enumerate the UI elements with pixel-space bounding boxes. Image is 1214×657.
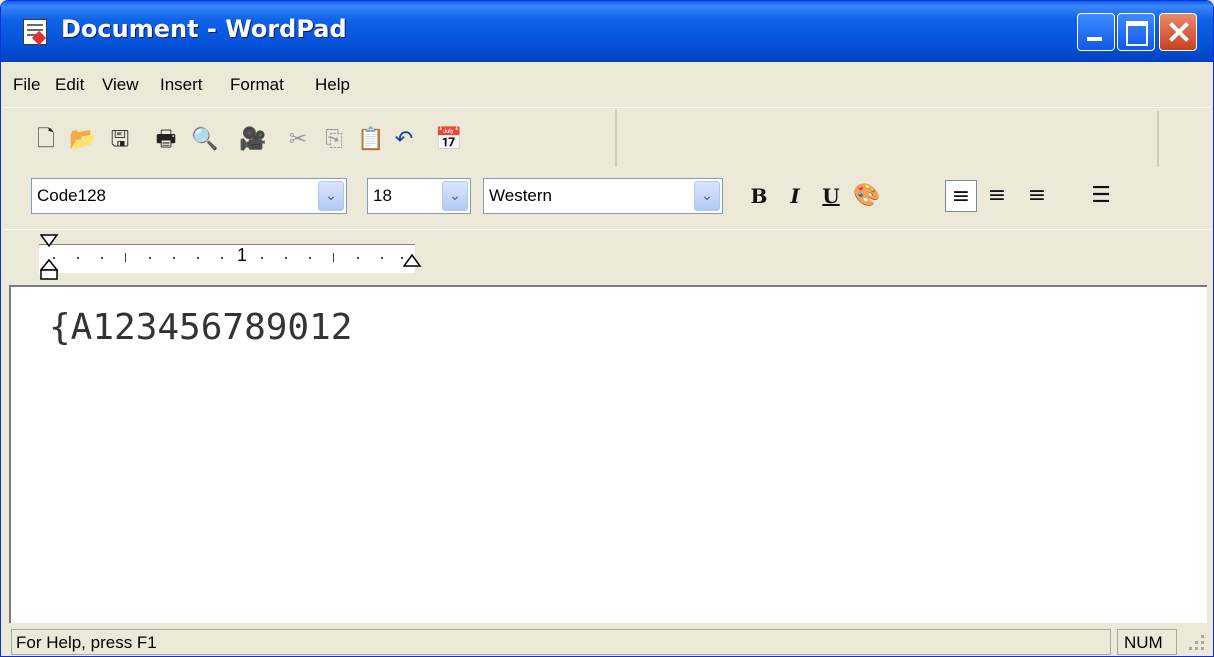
find-icon[interactable]: 🎥 [239, 127, 266, 153]
date-time-icon[interactable]: 📅 [435, 127, 462, 153]
font-size-combo[interactable]: 18 ⌄ [367, 178, 471, 214]
document-text[interactable]: {A123456789012 [49, 307, 352, 348]
maximize-button[interactable] [1117, 13, 1155, 51]
cut-icon[interactable]: ✂ [285, 127, 311, 153]
left-indent-marker[interactable] [40, 234, 60, 284]
undo-icon[interactable]: ↶ [391, 127, 417, 153]
status-help-text: For Help, press F1 [11, 629, 1111, 655]
script-value: Western [489, 186, 552, 205]
format-bar: Code128 ⌄ 18 ⌄ Western ⌄ B I U 🎨 ≡ ≡ ≡ ☰ [5, 169, 1157, 227]
align-center-icon[interactable]: ≡ [981, 180, 1013, 212]
toolbar-separator [1157, 111, 1159, 167]
title-bar[interactable]: Document - WordPad [1, 1, 1213, 62]
chevron-down-icon[interactable]: ⌄ [694, 181, 720, 211]
close-button[interactable] [1159, 13, 1197, 51]
minimize-button[interactable] [1077, 13, 1115, 51]
menu-edit[interactable]: Edit [55, 75, 84, 95]
font-name-combo[interactable]: Code128 ⌄ [31, 178, 347, 214]
menu-help[interactable]: Help [315, 75, 350, 95]
ruler[interactable]: 1 [39, 244, 415, 273]
wordpad-window: Document - WordPad File Edit View Insert… [0, 0, 1214, 657]
ruler-label: 1 [237, 245, 248, 265]
bold-button[interactable]: B [743, 180, 775, 212]
chevron-down-icon[interactable]: ⌄ [318, 181, 344, 211]
paste-icon[interactable]: 📋 [357, 127, 384, 153]
ruler-bar: 1 [5, 229, 1210, 286]
menu-file[interactable]: File [13, 75, 40, 95]
document-editor[interactable]: {A123456789012 [9, 285, 1207, 623]
menu-format[interactable]: Format [230, 75, 284, 95]
bullets-icon[interactable]: ☰ [1085, 180, 1117, 212]
underline-button[interactable]: U [815, 180, 847, 212]
save-icon[interactable]: 🖫 [107, 127, 133, 153]
wordpad-app-icon[interactable] [23, 19, 47, 45]
open-icon[interactable]: 📂 [69, 127, 96, 153]
italic-button[interactable]: I [779, 180, 811, 212]
menu-bar: File Edit View Insert Format Help [5, 63, 1210, 108]
align-right-icon[interactable]: ≡ [1021, 180, 1053, 212]
copy-icon[interactable]: ⎘ [321, 127, 347, 153]
script-combo[interactable]: Western ⌄ [483, 178, 723, 214]
right-indent-marker[interactable] [403, 254, 423, 274]
resize-grip[interactable] [1183, 633, 1207, 653]
status-num-indicator: NUM [1117, 629, 1177, 655]
print-preview-icon[interactable]: 🔍 [191, 127, 218, 153]
print-icon[interactable]: 🖶 [153, 127, 179, 153]
window-title: Document - WordPad [61, 15, 347, 43]
chevron-down-icon[interactable]: ⌄ [442, 181, 468, 211]
menu-view[interactable]: View [102, 75, 139, 95]
align-left-icon[interactable]: ≡ [945, 180, 977, 212]
color-palette-icon[interactable]: 🎨 [851, 180, 883, 212]
font-size-value: 18 [373, 186, 392, 205]
status-bar: For Help, press F1 NUM [5, 625, 1210, 656]
menu-insert[interactable]: Insert [160, 75, 203, 95]
new-icon[interactable]: 🗋 [33, 127, 59, 153]
standard-toolbar: 🗋 📂 🖫 🖶 🔍 🎥 ✂ ⎘ 📋 ↶ 📅 [5, 109, 617, 167]
font-name-value: Code128 [37, 186, 107, 205]
